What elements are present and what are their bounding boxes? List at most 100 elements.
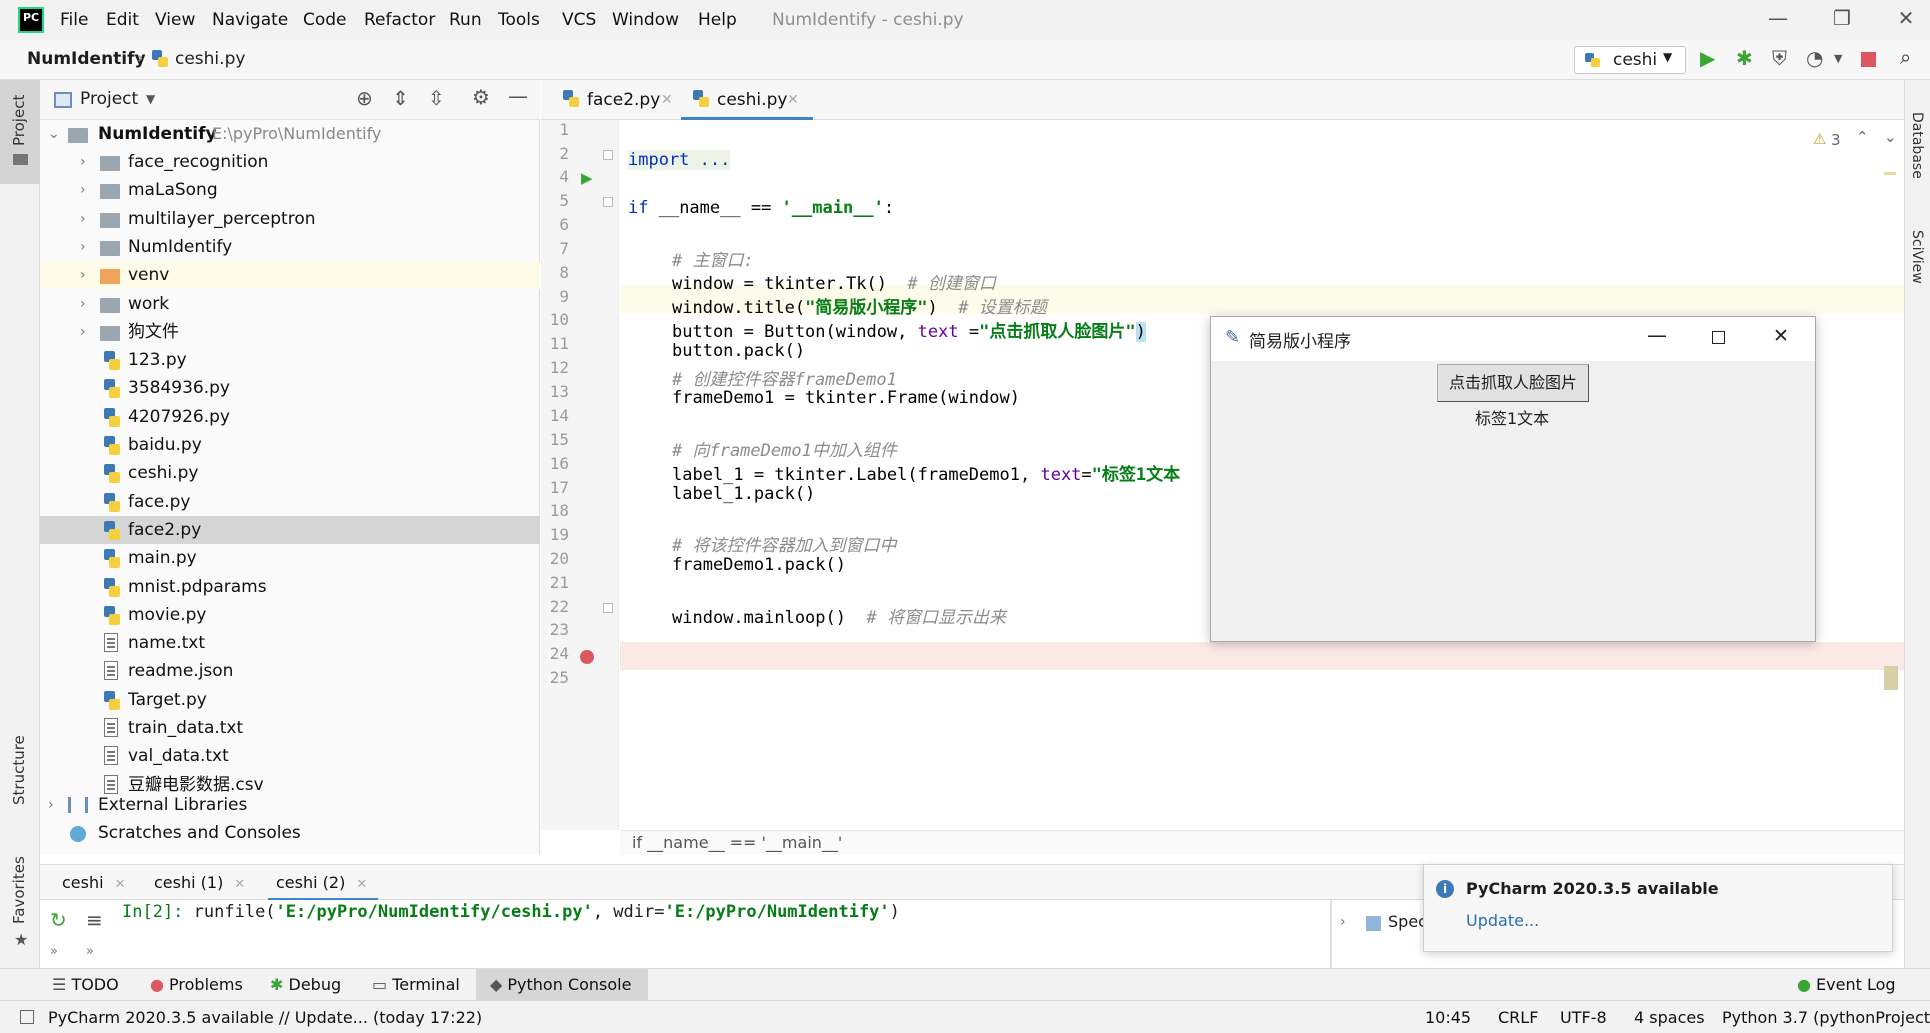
tree-item[interactable]: readme.json [40,657,540,685]
menu-code[interactable]: Code [303,10,347,30]
tree-item[interactable]: val_data.txt [40,742,540,770]
minimize-button[interactable]: — [1756,6,1800,34]
more-icon[interactable]: » [50,944,58,959]
tree-item[interactable]: main.py [40,544,540,572]
more-run-icon[interactable]: ▼ [1834,52,1842,65]
tree-item[interactable]: name.txt [40,629,540,657]
chevron-right-icon[interactable]: › [80,290,86,318]
warning-icon[interactable]: ⚠ [1813,130,1826,148]
next-highlight-icon[interactable]: ⌄ [1884,128,1897,146]
tk-maximize-button[interactable] [1712,331,1725,344]
close-tab-icon[interactable]: ✕ [234,877,245,892]
debug-icon[interactable]: ✱ [1736,46,1753,70]
chevron-right-icon[interactable]: › [80,205,86,233]
console-tab-ceshi-2[interactable]: ceshi (2) ✕ [268,865,378,901]
chevron-right-icon[interactable]: › [80,148,86,176]
chevron-down-icon[interactable]: ▼ [146,92,155,106]
close-button[interactable]: ✕ [1884,6,1928,34]
chevron-right-icon[interactable]: › [80,261,86,289]
chevron-down-icon[interactable]: ⌄ [48,120,60,148]
close-tab-icon[interactable]: ✕ [661,80,673,120]
tree-item[interactable]: 3584936.py [40,374,540,402]
code-breadcrumb-label[interactable]: if __name__ == '__main__' [632,833,842,852]
tree-item[interactable]: 4207926.py [40,403,540,431]
tree-item[interactable]: face2.py [40,515,540,544]
close-tab-icon[interactable]: ✕ [115,877,126,892]
tree-item[interactable]: › 狗文件 [40,318,540,346]
profile-icon[interactable]: ◔ [1806,46,1823,70]
restore-button[interactable]: ❐ [1820,6,1864,34]
status-message[interactable]: PyCharm 2020.3.5 available // Update... … [48,1008,482,1027]
console-tab-ceshi[interactable]: ceshi ✕ [62,865,132,901]
tab-face2[interactable]: face2.py ✕ [551,80,681,120]
tree-item[interactable]: Target.py [40,686,540,714]
menu-navigate[interactable]: Navigate [212,10,288,30]
menu-refactor[interactable]: Refactor [364,10,435,30]
tree-item[interactable]: train_data.txt [40,714,540,742]
run-config-select[interactable]: ceshi ▼ [1574,46,1686,74]
tree-item[interactable]: › venv [40,261,540,290]
tree-item[interactable]: mnist.pdparams [40,573,540,601]
close-tab-icon[interactable]: ✕ [787,80,799,120]
breakpoint-icon[interactable] [580,650,594,664]
tab-ceshi[interactable]: ceshi.py ✕ [681,80,813,120]
run-gutter-icon[interactable]: ▶ [581,169,593,187]
caret-position[interactable]: 10:45 [1425,1008,1471,1027]
coverage-icon[interactable]: ⛨ [1772,46,1787,70]
tree-item[interactable]: › face_recognition [40,148,540,176]
menu-run[interactable]: Run [449,10,482,30]
tree-item[interactable]: face.py [40,488,540,516]
structure-tool-tab[interactable]: Structure [0,730,40,830]
locate-icon[interactable]: ⊕ [356,86,373,110]
run-icon[interactable]: ▶ [1700,46,1715,70]
debug-tool-button[interactable]: ✱ Debug [270,969,350,1001]
stop-icon[interactable] [1861,52,1876,67]
tree-item[interactable]: ceshi.py [40,459,540,487]
tree-item[interactable]: › multilayer_perceptron [40,205,540,233]
tk-close-button[interactable]: ✕ [1773,325,1789,347]
more-icon[interactable]: » [86,944,94,959]
breadcrumb-project[interactable]: NumIdentify [27,49,146,69]
favorites-tool-tab[interactable]: Favorites ★ [0,850,40,950]
tk-minimize-button[interactable]: — [1647,323,1667,347]
menu-help[interactable]: Help [698,10,737,30]
menu-edit[interactable]: Edit [106,10,139,30]
console-tab-ceshi-1[interactable]: ceshi (1) ✕ [154,865,254,901]
fold-icon[interactable] [603,603,613,613]
hide-panel-icon[interactable]: — [508,84,528,108]
problems-tool-button[interactable]: ● Problems [150,969,258,1001]
chevron-right-icon[interactable]: › [1340,914,1346,930]
tree-item[interactable]: › maLaSong [40,176,540,204]
toggle-tool-windows-icon[interactable] [20,1010,34,1024]
tree-item[interactable]: movie.py [40,601,540,629]
tree-item[interactable]: › NumIdentify [40,233,540,261]
fold-icon[interactable] [603,150,613,160]
project-panel-title[interactable]: Project [80,89,138,109]
tree-item[interactable]: › work [40,290,540,318]
tree-external-libraries[interactable]: › External Libraries [40,791,540,819]
update-link[interactable]: Update... [1466,911,1539,930]
gear-icon[interactable]: ⚙ [472,85,490,109]
menu-file[interactable]: File [60,10,88,30]
menu-vcs[interactable]: VCS [562,10,596,30]
todo-tool-button[interactable]: ☰ TODO [52,969,132,1001]
file-encoding[interactable]: UTF-8 [1560,1008,1607,1027]
menu-window[interactable]: Window [612,10,679,30]
python-console-tool-button[interactable]: ◆ Python Console [476,969,648,1001]
previous-highlight-icon[interactable]: ⌃ [1856,128,1869,146]
sciview-tool-tab[interactable]: SciView [1905,210,1930,310]
database-tool-tab[interactable]: Database [1905,92,1930,192]
chevron-right-icon[interactable]: › [48,791,54,819]
collapse-all-icon[interactable]: ⇳ [428,86,445,110]
rerun-icon[interactable]: ↻ [50,908,67,932]
chevron-right-icon[interactable]: › [80,233,86,261]
terminal-tool-button[interactable]: ▭ Terminal [372,969,472,1001]
chevron-right-icon[interactable]: › [80,176,86,204]
expand-all-icon[interactable]: ⇕ [392,86,409,110]
search-icon[interactable]: ⌕ [1900,45,1911,69]
tree-item[interactable]: 123.py [40,346,540,374]
line-separator[interactable]: CRLF [1498,1008,1538,1027]
project-tool-tab[interactable]: Project [0,80,40,184]
tree-item[interactable]: baidu.py [40,431,540,459]
soft-wrap-icon[interactable]: ≡ [86,908,103,932]
